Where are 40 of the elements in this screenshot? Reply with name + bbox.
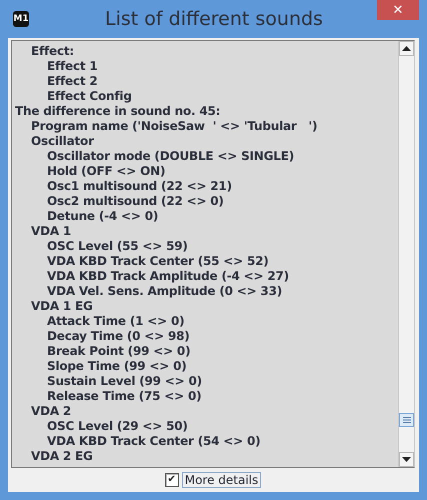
tree-item[interactable]: VDA 2	[12, 404, 398, 419]
grip-icon	[402, 417, 410, 423]
tree-item[interactable]: Hold (OFF <> ON)	[12, 164, 398, 179]
app-icon: M1	[13, 11, 29, 27]
tree-item[interactable]: VDA KBD Track Center (54 <> 0)	[12, 434, 398, 449]
up-arrow-icon	[402, 46, 411, 51]
tree-item[interactable]: Effect 1	[12, 59, 398, 74]
tree-item[interactable]: Detune (-4 <> 0)	[12, 209, 398, 224]
checkbox-label[interactable]: More details	[182, 472, 262, 488]
scroll-down-button[interactable]	[399, 452, 414, 467]
scroll-thumb[interactable]	[399, 413, 414, 427]
checkbox[interactable]: ✔	[164, 473, 179, 487]
tree-item[interactable]: Decay Time (0 <> 98)	[12, 329, 398, 344]
tree-item[interactable]: VDA 2 EG	[12, 449, 398, 464]
tree-item[interactable]: Break Point (99 <> 0)	[12, 344, 398, 359]
tree-item[interactable]: VDA KBD Track Center (55 <> 52)	[12, 254, 398, 269]
tree-item[interactable]: Effect 2	[12, 74, 398, 89]
tree-item[interactable]: Slope Time (99 <> 0)	[12, 359, 398, 374]
tree-item[interactable]: VDA KBD Track Amplitude (-4 <> 27)	[12, 269, 398, 284]
tree-item[interactable]: Oscillator mode (DOUBLE <> SINGLE)	[12, 149, 398, 164]
tree-item[interactable]: Program name ('NoiseSaw ' <> 'Tubular ')	[12, 119, 398, 134]
tree-item[interactable]: VDA 1 EG	[12, 299, 398, 314]
tree-item[interactable]: VDA Vel. Sens. Amplitude (0 <> 33)	[12, 284, 398, 299]
tree-item[interactable]: Sustain Level (99 <> 0)	[12, 374, 398, 389]
scroll-up-button[interactable]	[399, 41, 414, 56]
tree-item[interactable]: The difference in sound no. 45:	[12, 104, 398, 119]
close-button[interactable]: ✕	[377, 0, 419, 20]
tree-item[interactable]: Attack Time (1 <> 0)	[12, 314, 398, 329]
tree-item[interactable]: Effect Config	[12, 89, 398, 104]
tree-item[interactable]: Osc1 multisound (22 <> 21)	[12, 179, 398, 194]
tree-item[interactable]: VDA 1	[12, 224, 398, 239]
tree-item[interactable]: OSC Level (55 <> 59)	[12, 239, 398, 254]
tree-item[interactable]: OSC Level (29 <> 50)	[12, 419, 398, 434]
tree-item[interactable]: Effect:	[12, 44, 398, 59]
down-arrow-icon	[402, 457, 411, 462]
tree-item[interactable]: Osc2 multisound (22 <> 0)	[12, 194, 398, 209]
scrollbar[interactable]	[398, 41, 414, 467]
window-title: List of different sounds	[104, 8, 324, 30]
tree-item[interactable]: Release Time (75 <> 0)	[12, 389, 398, 404]
tree-item[interactable]: Oscillator	[12, 134, 398, 149]
